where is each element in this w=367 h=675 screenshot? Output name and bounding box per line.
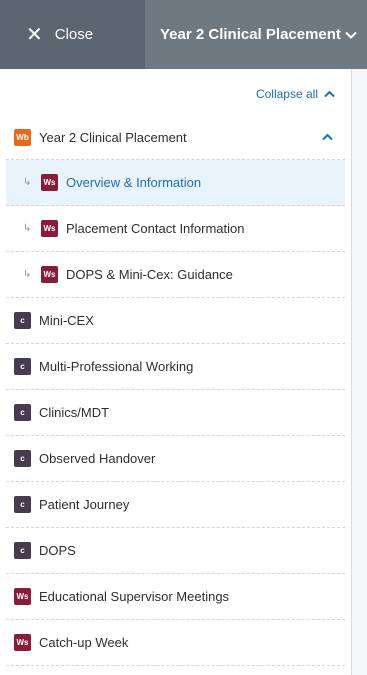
form-badge: c <box>14 312 31 329</box>
item-label: Year 2 Clinical Placement <box>39 129 187 145</box>
form-badge: c <box>14 496 31 513</box>
item-label: Catch-up Week <box>39 635 129 650</box>
list-item-clinics-mdt[interactable]: c Clinics/MDT <box>6 390 345 436</box>
list-item-mini-cex[interactable]: c Mini-CEX <box>6 298 345 344</box>
chevron-up-icon <box>324 90 335 98</box>
navigation-list: Wb Year 2 Clinical Placement ↳ Ws Overvi… <box>0 115 351 666</box>
worksheet-badge: Ws <box>14 634 31 651</box>
worksheet-badge: Ws <box>41 220 58 237</box>
item-label: Patient Journey <box>39 497 130 512</box>
list-item-placement-contact[interactable]: ↳ Ws Placement Contact Information <box>6 206 345 252</box>
worksheet-badge: Ws <box>41 266 58 283</box>
form-badge: c <box>14 404 31 421</box>
form-badge: c <box>14 358 31 375</box>
close-label: Close <box>54 26 94 43</box>
list-item-observed-handover[interactable]: c Observed Handover <box>6 436 345 482</box>
navigation-panel: Collapse all Wb Year 2 Clinical Placemen… <box>0 69 352 675</box>
chevron-down-icon <box>345 31 357 39</box>
item-label: Clinics/MDT <box>39 405 110 420</box>
workbook-title-dropdown[interactable]: Year 2 Clinical Placement <box>145 0 367 69</box>
list-item-overview[interactable]: ↳ Ws Overview & Information <box>6 160 345 206</box>
worksheet-badge: Ws <box>14 588 31 605</box>
list-item-dops[interactable]: c DOPS <box>6 528 345 574</box>
subitem-arrow-icon: ↳ <box>23 177 32 188</box>
workbook-item[interactable]: Wb Year 2 Clinical Placement <box>6 115 345 160</box>
collapse-all-label: Collapse all <box>255 86 318 101</box>
collapse-all-link[interactable]: Collapse all <box>0 69 351 118</box>
item-label: Placement Contact Information <box>66 221 245 236</box>
list-item-multi-professional[interactable]: c Multi-Professional Working <box>6 344 345 390</box>
list-item-patient-journey[interactable]: c Patient Journey <box>6 482 345 528</box>
close-icon: ✕ <box>26 23 43 46</box>
worksheet-badge: Ws <box>41 174 58 191</box>
list-item-supervisor-meetings[interactable]: Ws Educational Supervisor Meetings <box>6 574 345 620</box>
subitem-arrow-icon: ↳ <box>23 223 32 234</box>
item-label: Educational Supervisor Meetings <box>39 589 230 604</box>
item-label: Observed Handover <box>39 451 156 466</box>
list-item-catch-up-week[interactable]: Ws Catch-up Week <box>6 620 345 666</box>
list-item-dops-guidance[interactable]: ↳ Ws DOPS & Mini-Cex: Guidance <box>6 252 345 298</box>
subitem-arrow-icon: ↳ <box>23 269 32 280</box>
item-label: Overview & Information <box>66 175 202 190</box>
item-label: DOPS <box>39 543 76 558</box>
chevron-up-icon[interactable] <box>322 133 333 141</box>
item-label: DOPS & Mini-Cex: Guidance <box>66 267 233 282</box>
form-badge: c <box>14 450 31 467</box>
workbook-title: Year 2 Clinical Placement <box>160 26 341 43</box>
workbook-badge: Wb <box>14 128 31 146</box>
item-label: Multi-Professional Working <box>39 359 194 374</box>
item-label: Mini-CEX <box>39 313 94 328</box>
form-badge: c <box>14 542 31 559</box>
top-bar: ✕ Close Year 2 Clinical Placement <box>0 0 367 69</box>
close-button[interactable]: ✕ Close <box>0 0 145 69</box>
